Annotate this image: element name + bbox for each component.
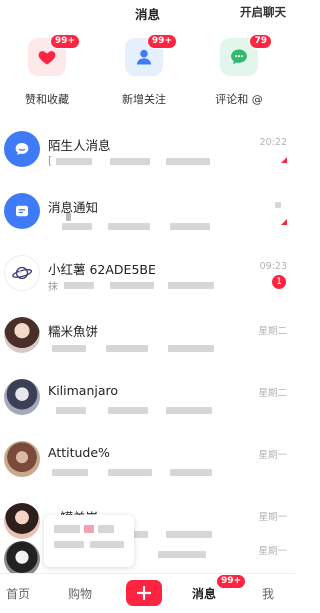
stranger-message-avatar bbox=[4, 131, 40, 167]
planet-icon bbox=[12, 266, 33, 280]
nav-shop[interactable]: 购物 bbox=[68, 585, 92, 602]
redacted-text-block bbox=[158, 551, 206, 558]
likes-and-collections-entry[interactable]: 99+ 赞和收藏 bbox=[7, 34, 87, 107]
create-post-button[interactable] bbox=[126, 580, 162, 606]
nav-me[interactable]: 我 bbox=[262, 585, 274, 602]
redacted-text-block bbox=[166, 158, 210, 165]
message-time: 09:23 bbox=[259, 261, 287, 272]
conversation-name: 消息通知 bbox=[48, 200, 99, 215]
message-time: 20:22 bbox=[259, 137, 287, 148]
redacted-text-block bbox=[108, 469, 152, 476]
message-preview bbox=[48, 467, 218, 477]
redacted-text-block bbox=[54, 525, 80, 533]
redacted-text-block bbox=[166, 407, 212, 414]
message-time: 星期一 bbox=[258, 512, 287, 523]
comments-icon-tile: 79 bbox=[220, 34, 272, 76]
conversation-name: Kilimanjaro bbox=[48, 383, 119, 398]
message-preview bbox=[48, 213, 218, 230]
comments-label: 评论和 @ bbox=[215, 93, 263, 106]
redacted-text-block bbox=[110, 282, 154, 289]
floating-preview-card[interactable] bbox=[44, 515, 134, 567]
followers-icon-tile: 99+ bbox=[125, 34, 177, 76]
message-preview: [ bbox=[48, 154, 218, 167]
user-avatar bbox=[4, 317, 40, 353]
nav-messages[interactable]: 消息 bbox=[192, 585, 216, 602]
comments-and-mentions-entry[interactable]: 79 评论和 @ bbox=[199, 34, 279, 107]
conversation-name: Attitude% bbox=[48, 445, 110, 460]
comments-badge: 79 bbox=[249, 34, 272, 49]
bottom-nav: 首页 购物 消息 99+ 我 bbox=[0, 573, 295, 613]
redacted-text-block bbox=[54, 541, 84, 548]
followers-label: 新增关注 bbox=[122, 93, 166, 106]
likes-icon-tile: 99+ bbox=[28, 34, 80, 76]
preview-prefix: [ bbox=[48, 154, 53, 167]
new-followers-entry[interactable]: 99+ 新增关注 bbox=[104, 34, 184, 107]
redacted-text-block bbox=[90, 541, 124, 548]
person-icon bbox=[136, 49, 152, 65]
messages-badge: 99+ bbox=[216, 574, 247, 589]
conversation-name: 糯米魚饼 bbox=[48, 324, 99, 339]
redacted-text-block bbox=[66, 213, 71, 221]
user-avatar bbox=[4, 541, 40, 577]
followers-badge: 99+ bbox=[146, 34, 177, 49]
message-time: 星期二 bbox=[258, 388, 287, 399]
plus-icon bbox=[137, 586, 151, 600]
notification-avatar bbox=[4, 193, 40, 229]
planet-avatar bbox=[4, 255, 40, 291]
redacted-text-block bbox=[64, 282, 94, 289]
message-time: 星期一 bbox=[258, 450, 287, 461]
list-item[interactable]: Attitude% 星期一 bbox=[0, 431, 295, 493]
message-preview: 抹 bbox=[48, 281, 218, 293]
list-item[interactable]: 糯米魚饼 星期二 bbox=[0, 307, 295, 369]
message-time: 星期二 bbox=[258, 326, 287, 337]
redacted-text-block bbox=[98, 525, 114, 533]
redacted-text-block bbox=[56, 407, 86, 414]
redacted-text-block bbox=[56, 158, 92, 165]
user-avatar bbox=[4, 503, 40, 539]
user-avatar bbox=[4, 441, 40, 477]
heart-icon bbox=[38, 51, 56, 65]
redacted-text-block bbox=[108, 223, 150, 230]
chat-bubble-icon bbox=[231, 49, 247, 65]
redacted-text-block bbox=[62, 223, 92, 230]
top-bar: 消息 开启聊天 bbox=[0, 0, 295, 26]
user-avatar bbox=[4, 379, 40, 415]
unread-count-badge: 1 bbox=[272, 275, 286, 289]
notification-icon bbox=[16, 205, 28, 217]
redacted-text-block bbox=[275, 202, 281, 208]
red-arrow-icon bbox=[281, 157, 287, 163]
conversation-name: 陌生人消息 bbox=[48, 138, 111, 153]
redacted-text-block bbox=[52, 345, 86, 352]
list-item[interactable]: Kilimanjaro 星期二 bbox=[0, 369, 295, 431]
redacted-text-block bbox=[168, 282, 214, 289]
list-item[interactable]: 小红薯 62ADE5BE 抹 09:23 1 bbox=[0, 245, 295, 307]
likes-badge: 99+ bbox=[49, 34, 80, 49]
redacted-text-block bbox=[108, 407, 148, 414]
conversation-name: 小红薯 62ADE5BE bbox=[48, 262, 156, 277]
redacted-text-block bbox=[170, 223, 210, 230]
message-time: 星期一 bbox=[258, 546, 287, 557]
redacted-text-block bbox=[110, 158, 150, 165]
redacted-text-block bbox=[84, 525, 94, 533]
redacted-text-block bbox=[170, 469, 212, 476]
redacted-text-block bbox=[52, 469, 88, 476]
list-item[interactable]: 陌生人消息 [ 20:22 bbox=[0, 121, 295, 183]
redacted-text-block bbox=[168, 345, 214, 352]
message-preview bbox=[48, 343, 218, 353]
redacted-text-block bbox=[106, 345, 148, 352]
nav-home[interactable]: 首页 bbox=[6, 585, 30, 602]
list-item[interactable]: 消息通知 bbox=[0, 183, 295, 245]
preview-prefix: 抹 bbox=[48, 282, 58, 293]
chat-bubble-icon bbox=[15, 143, 29, 155]
red-arrow-icon bbox=[281, 219, 287, 225]
start-chat-button[interactable]: 开启聊天 bbox=[240, 4, 286, 20]
quick-entries: 99+ 赞和收藏 99+ 新增关注 79 评论和 @ bbox=[0, 34, 295, 113]
likes-label: 赞和收藏 bbox=[25, 93, 69, 106]
message-preview bbox=[48, 405, 218, 415]
